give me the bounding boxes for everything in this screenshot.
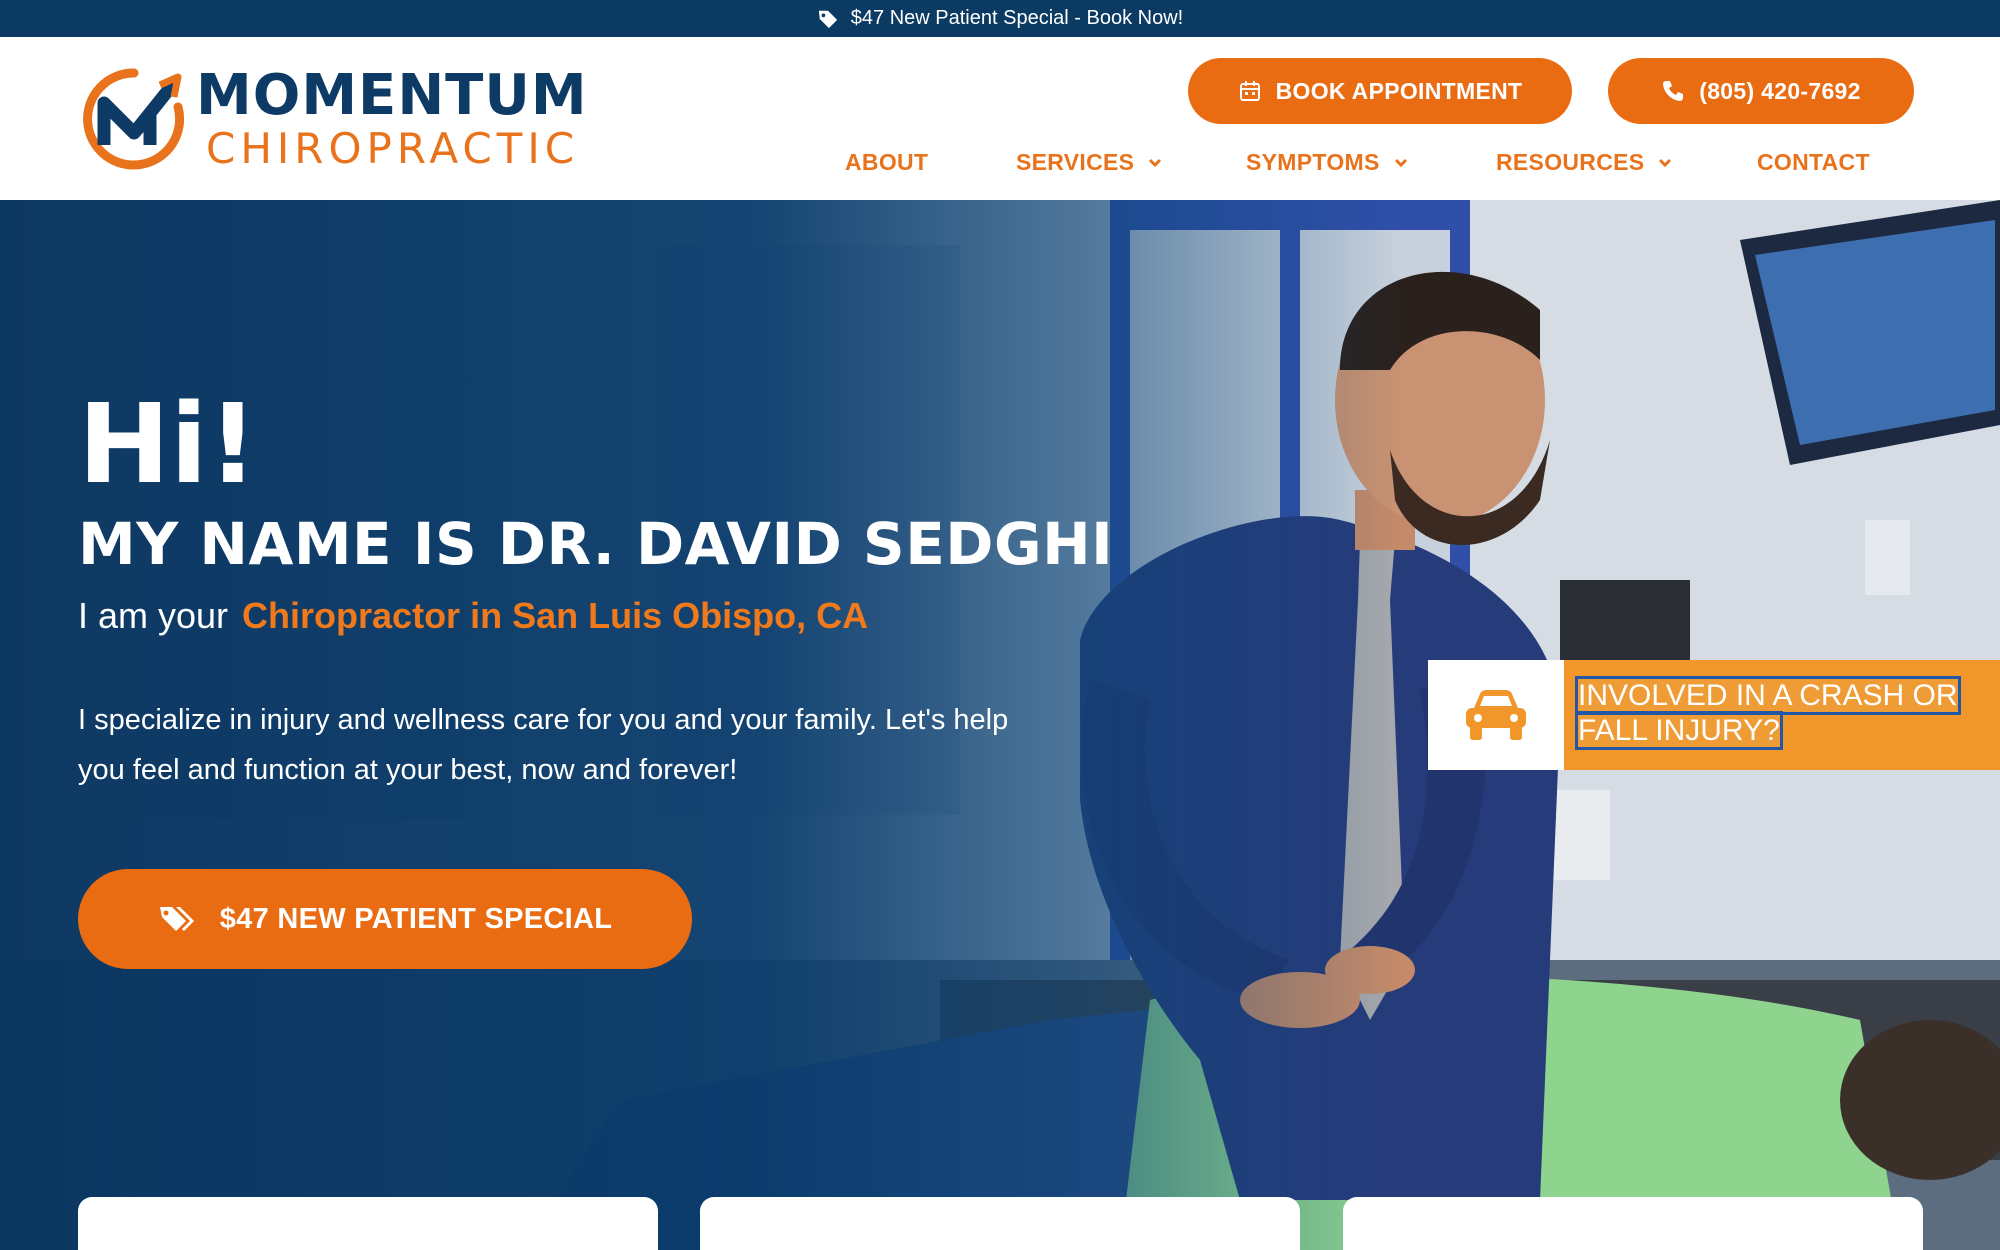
book-appointment-label: BOOK APPOINTMENT (1275, 77, 1523, 104)
nav-about[interactable]: ABOUT (845, 149, 928, 176)
logo-wordmark: MOMENTUM (196, 63, 588, 128)
calendar-icon (1239, 81, 1260, 101)
feature-card[interactable] (700, 1197, 1300, 1250)
book-appointment-button[interactable]: BOOK APPOINTMENT (1188, 58, 1572, 124)
hero-description: I specialize in injury and wellness care… (78, 704, 1009, 786)
nav-symptoms[interactable]: SYMPTOMS (1246, 149, 1408, 176)
crash-widget-line1: INVOLVED IN A CRASH OR (1575, 676, 1961, 715)
nav-symptoms-label: SYMPTOMS (1246, 149, 1380, 175)
crash-widget-text[interactable]: INVOLVED IN A CRASH OR FALL INJURY? (1564, 660, 2000, 770)
tags-icon (159, 907, 194, 931)
feature-card[interactable] (78, 1197, 658, 1250)
hero-subtitle-prefix: I am your (78, 595, 229, 636)
nav-contact[interactable]: CONTACT (1757, 149, 1870, 176)
new-patient-special-label: $47 NEW PATIENT SPECIAL (219, 902, 613, 935)
phone-button[interactable]: (805) 420-7692 (1608, 58, 1914, 124)
nav-services[interactable]: SERVICES (1016, 149, 1162, 176)
hero-greeting: Hi! (78, 380, 258, 508)
car-icon (1466, 690, 1526, 740)
nav-about-label: ABOUT (845, 149, 929, 175)
phone-number: (805) 420-7692 (1699, 77, 1861, 104)
feature-card[interactable] (1343, 1197, 1923, 1250)
chevron-down-icon (1394, 158, 1407, 167)
new-patient-special-button[interactable]: $47 NEW PATIENT SPECIAL (78, 869, 692, 969)
nav-resources-label: RESOURCES (1496, 149, 1645, 175)
hero-subtitle-highlight: Chiropractor in San Luis Obispo, CA (242, 595, 869, 636)
nav-services-label: SERVICES (1016, 149, 1135, 175)
main-nav: ABOUT SERVICES SYMPTOMS RESOURCES CONTAC… (0, 149, 2000, 189)
crash-icon-box (1428, 660, 1564, 770)
nav-resources[interactable]: RESOURCES (1496, 149, 1672, 176)
nav-contact-label: CONTACT (1757, 149, 1870, 175)
chevron-down-icon (1149, 158, 1162, 167)
promo-text[interactable]: $47 New Patient Special - Book Now! (851, 7, 1183, 30)
tag-icon (817, 8, 839, 30)
phone-icon (1663, 81, 1684, 101)
chevron-down-icon (1659, 158, 1672, 167)
promo-bar[interactable]: $47 New Patient Special - Book Now! (0, 0, 2000, 37)
hero-section: Hi! MY NAME IS DR. DAVID SEDGHI I am you… (0, 200, 2000, 1250)
hero-doctor-name: MY NAME IS DR. DAVID SEDGHI (78, 510, 1114, 578)
site-header: MOMENTUM CHIROPRACTIC BOOK APPOINTMENT (… (0, 37, 2000, 200)
hero-subtitle: I am your Chiropractor in San Luis Obisp… (78, 595, 868, 637)
crash-injury-widget[interactable]: INVOLVED IN A CRASH OR FALL INJURY? (1428, 660, 2000, 770)
crash-widget-line2: FALL INJURY? (1575, 711, 1783, 750)
